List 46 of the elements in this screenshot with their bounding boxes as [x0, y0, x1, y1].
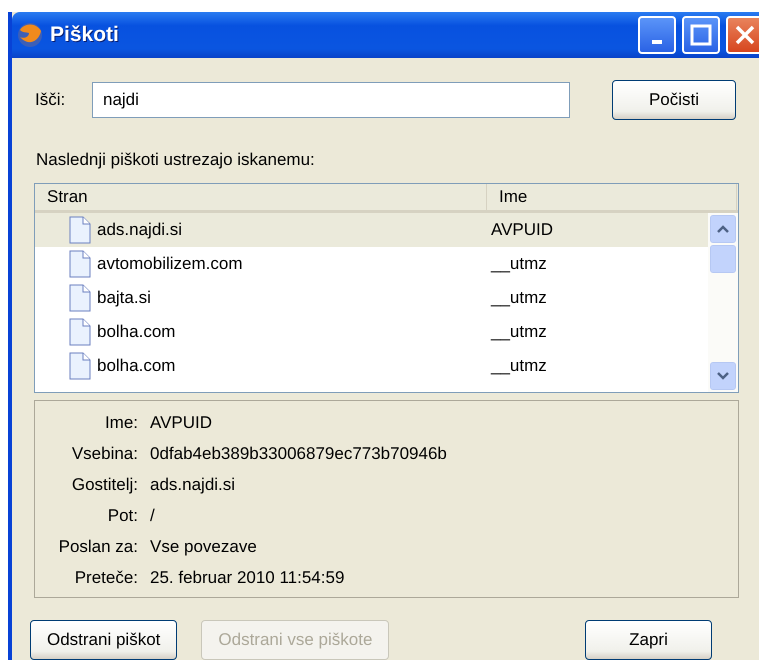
- close-icon: [734, 24, 756, 46]
- minimize-button[interactable]: [638, 16, 676, 54]
- globe-icon: [16, 21, 44, 49]
- column-header[interactable]: Ime: [487, 184, 737, 210]
- maximize-icon: [690, 24, 712, 46]
- site-cell: bolha.com: [97, 356, 176, 376]
- close-dialog-button[interactable]: Zapri: [585, 620, 712, 660]
- scrollbar[interactable]: [708, 213, 738, 392]
- detail-label: Gostitelj:: [70, 474, 138, 496]
- file-icon: [69, 352, 91, 380]
- detail-value: AVPUID: [150, 412, 214, 434]
- detail-value: ads.najdi.si: [150, 474, 236, 496]
- name-cell: __utmz: [491, 356, 547, 376]
- search-label: Išči:: [35, 90, 66, 110]
- detail-label: Poslan za:: [58, 536, 138, 558]
- detail-label: Pot:: [106, 505, 138, 527]
- clear-button[interactable]: Počisti: [612, 80, 736, 120]
- minimize-icon: [652, 40, 662, 44]
- file-icon: [69, 284, 91, 312]
- file-icon: [69, 216, 91, 244]
- detail-value: /: [150, 505, 156, 527]
- close-button[interactable]: [726, 16, 759, 54]
- site-cell: avtomobilizem.com: [97, 254, 242, 274]
- detail-label: Vsebina:: [70, 443, 138, 465]
- scroll-thumb[interactable]: [710, 245, 736, 273]
- detail-value: 25. februar 2010 11:54:59: [150, 567, 346, 589]
- remove-button[interactable]: Odstrani piškot: [30, 620, 178, 660]
- file-icon: [69, 250, 91, 278]
- search-field[interactable]: najdi: [92, 82, 570, 118]
- detail-value: 0dfab4eb389b33006879ec773b70946b: [150, 443, 448, 465]
- detail-value: Vse povezave: [150, 536, 258, 558]
- name-cell: __utmz: [491, 322, 547, 342]
- site-cell: bolha.com: [97, 322, 176, 342]
- maximize-button[interactable]: [682, 16, 720, 54]
- name-cell: AVPUID: [491, 220, 554, 240]
- site-cell: bajta.si: [97, 288, 151, 308]
- site-cell: ads.najdi.si: [97, 220, 182, 240]
- detail-label: Ime:: [104, 412, 138, 434]
- column-header[interactable]: Stran: [35, 184, 487, 210]
- file-icon: [69, 318, 91, 346]
- detail-label: Preteče:: [74, 567, 138, 589]
- results-label: Naslednji piškoti ustrezajo iskanemu:: [36, 150, 316, 170]
- window-title: Piškoti: [50, 23, 120, 47]
- cookie-row[interactable]: ads.najdi.si AVPUID: [35, 213, 708, 247]
- name-cell: __utmz: [491, 288, 547, 308]
- name-cell: __utmz: [491, 254, 547, 274]
